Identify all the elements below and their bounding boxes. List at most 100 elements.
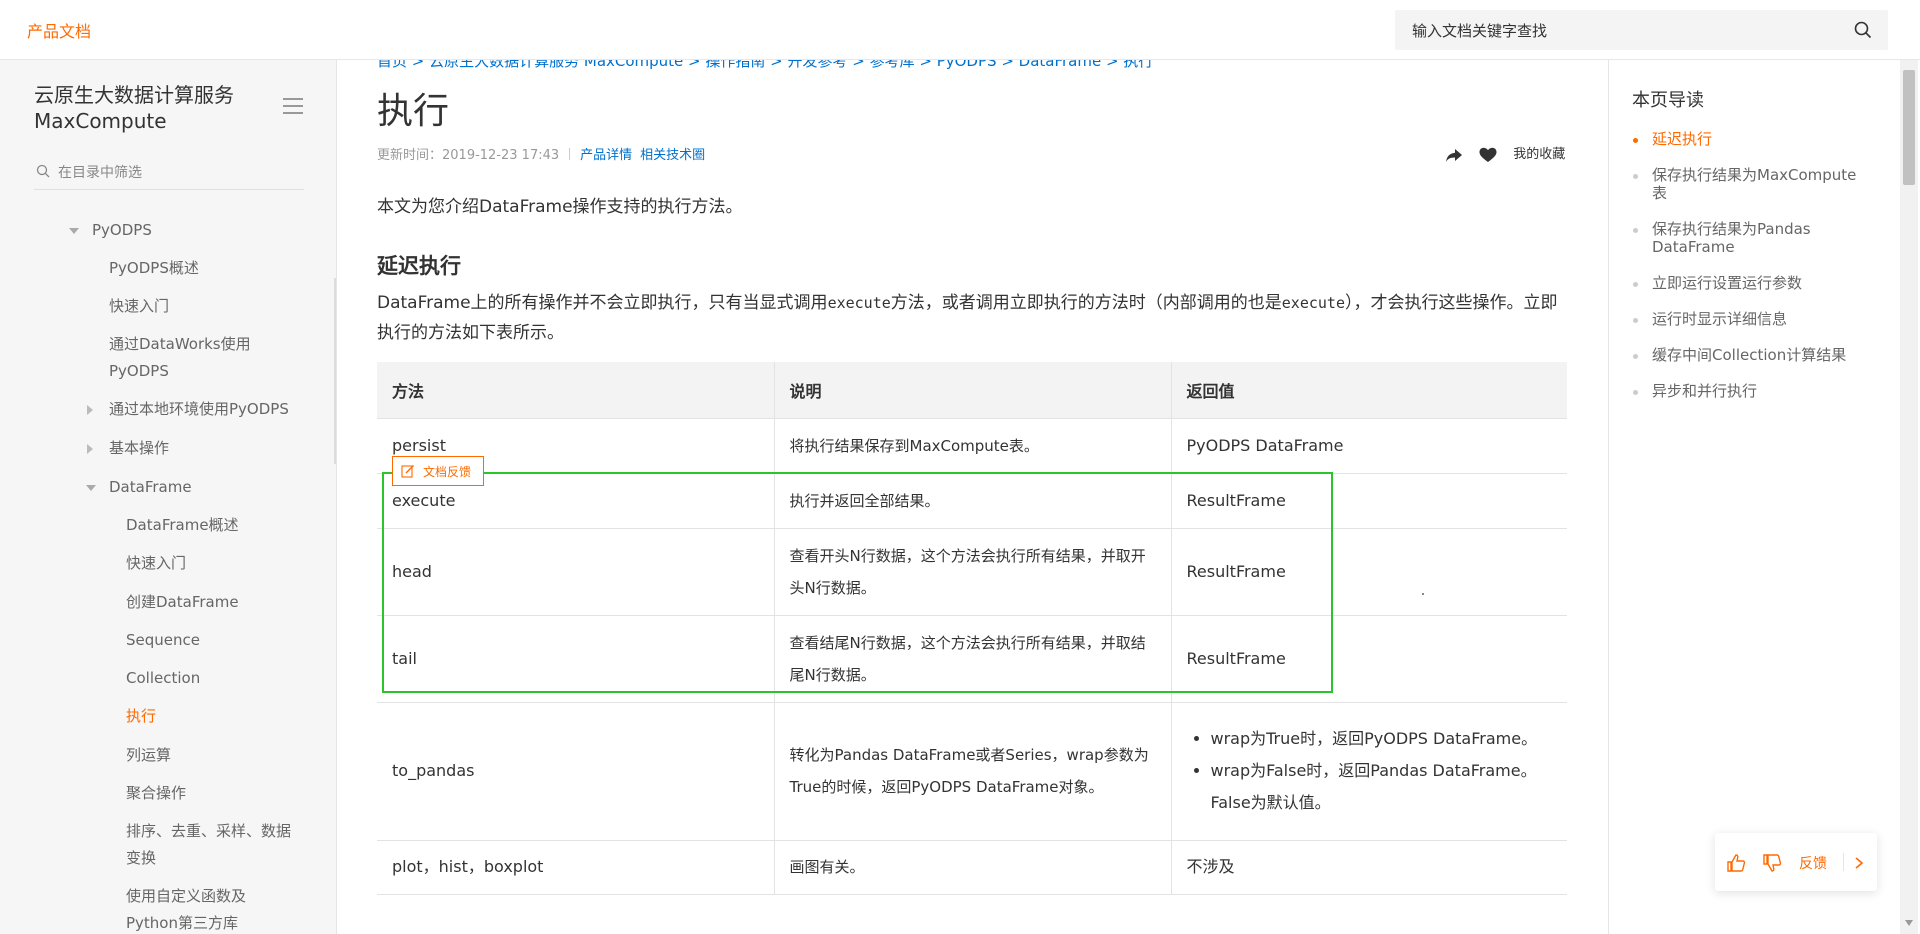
table-row: to_pandas 转化为Pandas DataFrame或者Series，wr…: [377, 701, 1568, 840]
sidebar-item-create-dataframe[interactable]: 创建DataFrame: [126, 589, 239, 616]
sidebar-item-udf-cont[interactable]: Python第三方库: [126, 910, 238, 934]
page-toc: 本页导读 延迟执行 保存执行结果为MaxCompute表 保存执行结果为Pand…: [1608, 60, 1920, 934]
search-icon[interactable]: [1854, 21, 1872, 39]
toc-item-save-maxcompute[interactable]: 保存执行结果为MaxCompute表: [1652, 166, 1867, 202]
return-cell: wrap为True时，返回PyODPS DataFrame。 wrap为Fals…: [1171, 701, 1568, 840]
method-cell: plot，hist，boxplot: [377, 839, 775, 895]
search-box[interactable]: 输入文档关键字查找: [1395, 10, 1888, 50]
share-icon[interactable]: [1445, 147, 1463, 163]
scrollbar-thumb[interactable]: [1903, 70, 1915, 185]
top-bar: 产品文档 输入文档关键字查找: [0, 0, 1920, 60]
thumbs-down-icon[interactable]: [1761, 852, 1783, 874]
chevron-down-icon[interactable]: [86, 485, 96, 491]
table-header-cell: 返回值: [1171, 362, 1567, 418]
sidebar-item-execute[interactable]: 执行: [126, 703, 156, 730]
sidebar-item-sort-dedup-cont[interactable]: 变换: [126, 845, 156, 872]
sidebar-item-df-quickstart[interactable]: 快速入门: [126, 550, 186, 577]
page-meta: 更新时间：2019-12-23 17:43 产品详情 相关技术圈: [377, 144, 713, 163]
chevron-right-icon[interactable]: [87, 444, 93, 454]
list-item: wrap为True时，返回PyODPS DataFrame。: [1211, 723, 1568, 755]
toc-item-delayed-exec[interactable]: 延迟执行: [1652, 130, 1867, 148]
toc-bullet: [1633, 318, 1638, 323]
toc-item-cache[interactable]: 缓存中间Collection计算结果: [1652, 346, 1867, 364]
table-row: persist 将执行结果保存到MaxCompute表。 PyODPS Data…: [377, 417, 1567, 473]
sidebar-item-sort-dedup[interactable]: 排序、去重、采样、数据: [126, 818, 291, 845]
search-input[interactable]: 输入文档关键字查找: [1412, 20, 1547, 41]
menu-icon[interactable]: [283, 98, 303, 114]
page-actions: 我的收藏: [1445, 143, 1565, 163]
sidebar: 云原生大数据计算服务 MaxCompute 在目录中筛选 PyODPS PyOD…: [0, 60, 337, 934]
sidebar-item-dataframe[interactable]: DataFrame: [109, 474, 192, 501]
feedback-label[interactable]: 反馈: [1799, 853, 1827, 873]
product-detail-link[interactable]: 产品详情: [580, 148, 632, 163]
sidebar-item-basic-ops[interactable]: 基本操作: [109, 435, 169, 462]
toc-title: 本页导读: [1632, 90, 1704, 111]
list-item: wrap为False时，返回Pandas DataFrame。False为默认值…: [1211, 755, 1568, 819]
return-list: wrap为True时，返回PyODPS DataFrame。 wrap为Fals…: [1187, 723, 1568, 819]
search-icon: [36, 164, 50, 178]
brand-link[interactable]: 产品文档: [27, 18, 91, 42]
method-cell: to_pandas: [377, 701, 775, 840]
chevron-right-icon[interactable]: [1851, 852, 1867, 874]
sidebar-item-aggregation[interactable]: 聚合操作: [126, 780, 186, 807]
divider: [1843, 853, 1844, 871]
updated-time: 更新时间：2019-12-23 17:43: [377, 148, 560, 163]
sidebar-title: 云原生大数据计算服务 MaxCompute: [34, 83, 234, 133]
sidebar-filter[interactable]: 在目录中筛选: [34, 158, 304, 190]
table-header-cell: 方法: [377, 362, 775, 418]
toc-item-verbose[interactable]: 运行时显示详细信息: [1652, 310, 1867, 328]
toc-bullet: [1633, 390, 1638, 395]
sidebar-item-column-ops[interactable]: 列运算: [126, 742, 171, 769]
toc-bullet: [1633, 174, 1638, 179]
table-header-row: 方法 说明 返回值: [377, 362, 1567, 418]
sidebar-item-quickstart[interactable]: 快速入门: [109, 293, 169, 320]
stray-dot: [1422, 593, 1424, 595]
edit-icon: [401, 465, 414, 478]
table-row: plot，hist，boxplot 画图有关。 不涉及: [377, 839, 1567, 895]
sidebar-item-dataworks[interactable]: 通过DataWorks使用: [109, 331, 251, 358]
toc-bullet: [1633, 138, 1638, 143]
return-cell: 不涉及: [1171, 839, 1567, 895]
sidebar-item-pyodps[interactable]: PyODPS: [92, 217, 152, 244]
table-header-cell: 说明: [774, 362, 1172, 418]
desc-cell: 将执行结果保存到MaxCompute表。: [774, 417, 1172, 473]
doc-feedback-label: 文档反馈: [423, 465, 472, 479]
chevron-down-icon[interactable]: [69, 228, 79, 234]
para-text: DataFrame上的所有操作并不会立即执行，只有当显式调用: [377, 293, 828, 313]
toc-item-async[interactable]: 异步和并行执行: [1652, 382, 1867, 400]
toc-bullet: [1633, 282, 1638, 287]
sidebar-item-udf[interactable]: 使用自定义函数及: [126, 883, 246, 910]
sidebar-item-dataframe-overview[interactable]: DataFrame概述: [126, 512, 239, 539]
thumbs-up-icon[interactable]: [1725, 852, 1747, 874]
sidebar-item-collection[interactable]: Collection: [126, 665, 200, 692]
breadcrumb[interactable]: 首页 > 云原生大数据计算服务 MaxCompute > 操作指南 > 开发参考…: [377, 60, 1153, 71]
intro-text: 本文为您介绍DataFrame操作支持的执行方法。: [377, 197, 743, 217]
scroll-down-icon[interactable]: [1905, 920, 1913, 926]
chevron-right-icon[interactable]: [87, 405, 93, 415]
heart-icon[interactable]: [1479, 147, 1497, 163]
code-execute: execute: [827, 294, 891, 312]
tech-circle-link[interactable]: 相关技术圈: [640, 148, 705, 163]
sidebar-item-dataworks-cont[interactable]: PyODPS: [109, 358, 169, 385]
page-scrollbar[interactable]: [1900, 30, 1918, 934]
sidebar-item-pyodps-overview[interactable]: PyODPS概述: [109, 255, 199, 282]
sidebar-filter-input[interactable]: 在目录中筛选: [58, 162, 142, 182]
toc-bullet: [1633, 354, 1638, 359]
feedback-widget: 反馈: [1715, 833, 1877, 891]
para-text: 方法，或者调用立即执行的方法时（内部调用的也是: [890, 293, 1282, 313]
highlight-box: [382, 472, 1333, 693]
toc-bullet: [1633, 228, 1638, 233]
code-execute: execute: [1281, 294, 1345, 312]
desc-cell: 画图有关。: [774, 839, 1172, 895]
toc-item-run-params[interactable]: 立即运行设置运行参数: [1652, 274, 1867, 292]
sidebar-item-sequence[interactable]: Sequence: [126, 627, 200, 654]
section-heading: 延迟执行: [377, 254, 461, 278]
desc-cell: 转化为Pandas DataFrame或者Series，wrap参数为True的…: [774, 701, 1172, 840]
page-title: 执行: [377, 91, 450, 132]
toc-item-save-pandas[interactable]: 保存执行结果为Pandas DataFrame: [1652, 220, 1867, 256]
main-content: 首页 > 云原生大数据计算服务 MaxCompute > 操作指南 > 开发参考…: [337, 60, 1607, 934]
favorite-label[interactable]: 我的收藏: [1513, 147, 1565, 162]
sidebar-item-local-env[interactable]: 通过本地环境使用PyODPS: [109, 396, 289, 423]
doc-feedback-button[interactable]: 文档反馈: [392, 456, 484, 486]
section-paragraph: DataFrame上的所有操作并不会立即执行，只有当显式调用execute方法，…: [377, 288, 1572, 348]
